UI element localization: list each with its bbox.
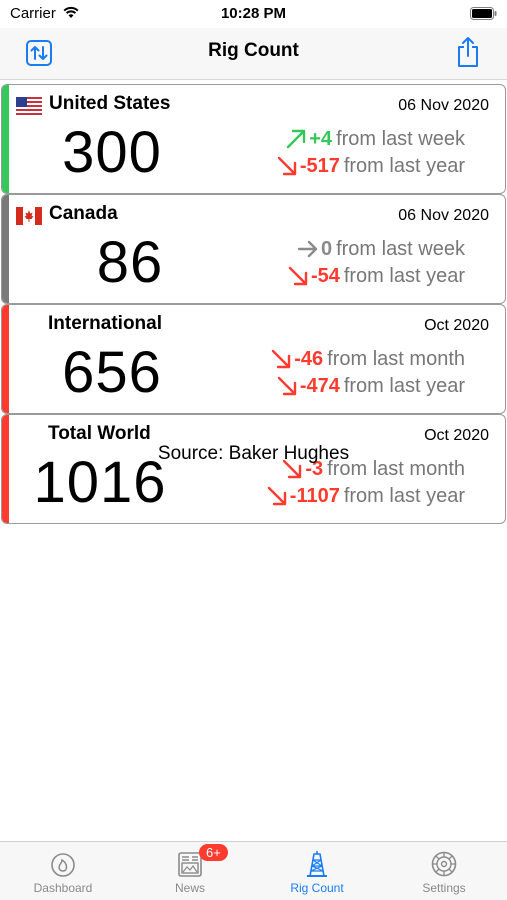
gear-icon (431, 851, 457, 877)
rig-card-canada[interactable]: Canada 06 Nov 2020 86 0 from last week -… (1, 194, 506, 304)
region-name: United States (49, 93, 171, 114)
monthly-change: -46 from last month (270, 346, 465, 372)
canada-flag-icon (16, 207, 42, 225)
arrow-right-icon (297, 240, 318, 258)
page-title: Rig Count (208, 40, 299, 61)
yearly-change: -517 from last year (276, 153, 465, 179)
change-period: from last week (336, 237, 465, 260)
change-period: from last year (343, 154, 465, 177)
oil-rig-icon (307, 851, 327, 877)
navigation-bar: Rig Count (0, 28, 507, 80)
region-name: International (48, 313, 163, 334)
arrow-down-right-icon (277, 156, 297, 176)
change-value: -474 (299, 374, 340, 397)
tab-dashboard[interactable]: Dashboard (0, 850, 126, 895)
report-date: Oct 2020 (424, 317, 489, 334)
weekly-change: +4 from last week (285, 126, 465, 152)
change-period: from last year (343, 374, 465, 397)
us-flag-icon (16, 97, 42, 115)
region-name: Canada (49, 203, 118, 224)
change-period: from last month (327, 347, 465, 370)
change-value: -54 (310, 264, 340, 287)
flame-icon (51, 853, 75, 877)
arrow-down-right-icon (267, 486, 286, 506)
yearly-change: -1107 from last year (266, 483, 465, 509)
share-icon[interactable] (455, 36, 481, 68)
change-value: -1107 (289, 484, 340, 507)
source-attribution: Source: Baker Hughes (157, 443, 350, 464)
tab-label: Settings (422, 881, 466, 895)
rig-card-international[interactable]: International Oct 2020 656 -46 from last… (1, 304, 506, 414)
change-period: from last week (336, 127, 465, 150)
change-value: +4 (309, 127, 333, 150)
report-date: 06 Nov 2020 (398, 207, 489, 224)
tab-bar: Dashboard 6+ News Rig Count Settings (0, 841, 507, 900)
change-value: 0 (320, 237, 333, 260)
status-time: 10:28 PM (220, 5, 287, 22)
region-name: Total World (48, 423, 151, 444)
tab-label: News (174, 881, 205, 895)
arrow-down-right-icon (277, 376, 297, 396)
change-value: -46 (294, 347, 324, 370)
rig-count-value: 86 (96, 230, 164, 295)
tab-label: Dashboard (33, 881, 93, 895)
yearly-change: -474 from last year (276, 373, 465, 399)
battery-icon (470, 7, 497, 20)
report-date: 06 Nov 2020 (398, 97, 489, 114)
change-period: from last year (343, 484, 465, 507)
arrow-up-right-icon (287, 129, 306, 149)
change-value: -517 (299, 154, 340, 177)
tab-rig-count[interactable]: Rig Count (254, 850, 380, 895)
news-badge: 6+ (199, 844, 228, 861)
rig-card-united-states[interactable]: United States 06 Nov 2020 300 +4 from la… (1, 84, 506, 194)
tab-news[interactable]: 6+ News (127, 844, 253, 895)
weekly-change: 0 from last week (297, 236, 465, 262)
status-bar: Carrier 10:28 PM (0, 0, 507, 28)
rig-card-total-world[interactable]: Total World Oct 2020 1016 -3 from last m… (1, 414, 506, 524)
tab-label: Rig Count (290, 881, 344, 895)
tab-settings[interactable]: Settings (381, 850, 507, 895)
yearly-change: -54 from last year (287, 263, 465, 289)
rig-count-value: 300 (62, 120, 162, 185)
rig-count-value: 656 (62, 340, 162, 405)
change-period: from last year (343, 264, 465, 287)
arrow-down-right-icon (272, 349, 291, 369)
trend-accent-bar (2, 195, 9, 303)
arrow-down-right-icon (288, 266, 308, 286)
